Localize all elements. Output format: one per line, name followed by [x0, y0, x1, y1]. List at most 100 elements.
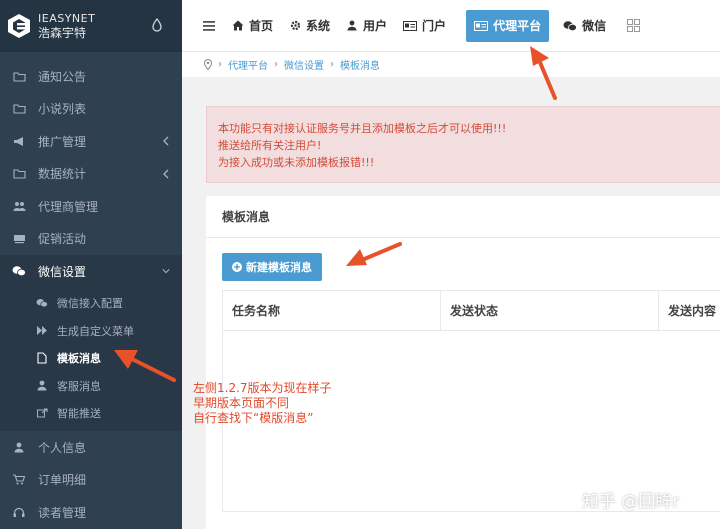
alert-line: 为接入成功或未添加模板报错!!! [218, 156, 375, 169]
share-icon [36, 407, 48, 419]
file-icon [36, 352, 48, 364]
sidebar-item-label: 个人信息 [38, 440, 87, 455]
forward-icon [36, 325, 48, 337]
tab-portal[interactable]: 门户 [395, 10, 454, 42]
home-icon [232, 20, 244, 32]
new-template-label: 新建模板消息 [246, 262, 312, 274]
tab-label: 首页 [249, 19, 274, 33]
location-pin-icon [204, 59, 212, 70]
user-icon [346, 20, 358, 32]
menu-toggle-icon[interactable] [194, 0, 224, 52]
tab-wechat[interactable]: 微信 [555, 10, 614, 42]
tab-system[interactable]: 系统 [281, 10, 338, 42]
gear-icon [289, 20, 301, 32]
sidebar-item-agents[interactable]: 代理商管理 [0, 190, 182, 223]
tab-label: 代理平台 [493, 19, 542, 33]
sidebar-item-label: 代理商管理 [38, 199, 99, 214]
sidebar-subitem-smart-push[interactable]: 智能推送 [0, 400, 182, 428]
alert-line: 推送给所有关注用户! [218, 139, 322, 152]
sidebar: IEASYNET 浩森宇特 通知公告 小说列表 推广管理 数据统计 代理商管理 [0, 0, 182, 529]
sidebar-item-novels[interactable]: 小说列表 [0, 93, 182, 126]
column-header[interactable]: 发送状态 [441, 291, 659, 330]
alert-line: 本功能只有对接认证服务号并且添加模板之后才可以使用!!! [218, 122, 507, 135]
sidebar-subitem-wechat-config[interactable]: 微信接入配置 [0, 290, 182, 318]
sidebar-item-label: 微信设置 [38, 264, 87, 279]
sidebar-menu-bottom: 个人信息 订单明细 读者管理 [0, 431, 182, 529]
breadcrumb: › 代理平台 › 微信设置 › 模板消息 [182, 52, 720, 78]
brand-name: IEASYNET [38, 12, 96, 25]
sidebar-subitem-template-message[interactable]: 模板消息 [0, 345, 182, 373]
breadcrumb-separator: › [274, 59, 278, 70]
brand[interactable]: IEASYNET 浩森宇特 [0, 0, 182, 52]
drop-icon [152, 18, 162, 32]
sidebar-subitem-label: 微信接入配置 [57, 297, 123, 311]
id-card-icon [474, 20, 489, 32]
chevron-left-icon [163, 169, 169, 178]
panel-title: 模板消息 [206, 196, 720, 238]
tab-label: 系统 [306, 19, 331, 33]
tab-home[interactable]: 首页 [224, 10, 281, 42]
annotation-line: 早期版本页面不同 [193, 396, 290, 410]
wechat-icon [12, 264, 26, 278]
sidebar-subitem-label: 客服消息 [57, 379, 101, 393]
folder-icon [12, 167, 26, 181]
breadcrumb-separator: › [330, 59, 334, 70]
user-icon [12, 440, 26, 454]
sidebar-item-readers[interactable]: 读者管理 [0, 496, 182, 529]
template-message-panel: 模板消息 新建模板消息 任务名称 发送状态 发送内容 [206, 196, 720, 529]
sidebar-item-sales[interactable]: 促销活动 [0, 223, 182, 256]
breadcrumb-item[interactable]: 代理平台 [228, 57, 268, 72]
annotation-note: 左侧1.2.7版本为现在样子 早期版本页面不同 自行查找下“模版消息” [193, 381, 332, 426]
logo-icon [8, 14, 30, 38]
sidebar-item-label: 通知公告 [38, 69, 87, 84]
tab-users[interactable]: 用户 [338, 10, 395, 42]
tab-label: 用户 [363, 19, 388, 33]
table-header: 任务名称 发送状态 发送内容 [223, 291, 720, 331]
sidebar-subitem-label: 智能推送 [57, 407, 101, 421]
user-icon [36, 380, 48, 392]
column-header[interactable]: 任务名称 [223, 291, 441, 330]
sidebar-subitem-label: 生成自定义菜单 [57, 324, 134, 338]
tab-agent-platform[interactable]: 代理平台 [466, 9, 550, 42]
sidebar-item-promotion[interactable]: 推广管理 [0, 125, 182, 158]
warning-alert: 本功能只有对接认证服务号并且添加模板之后才可以使用!!! 推送给所有关注用户! … [206, 106, 720, 183]
sidebar-item-profile[interactable]: 个人信息 [0, 431, 182, 464]
brand-name-cn: 浩森宇特 [38, 26, 87, 40]
sidebar-item-label: 小说列表 [38, 102, 87, 117]
annotation-line: 自行查找下“模版消息” [193, 411, 314, 425]
chevron-down-icon [162, 269, 170, 274]
breadcrumb-item[interactable]: 微信设置 [284, 57, 324, 72]
sidebar-item-label: 订单明细 [38, 473, 87, 488]
cart-icon [12, 473, 26, 487]
sidebar-item-statistics[interactable]: 数据统计 [0, 158, 182, 191]
sidebar-subitem-customer-service[interactable]: 客服消息 [0, 372, 182, 400]
sidebar-item-label: 推广管理 [38, 134, 87, 149]
tab-label: 微信 [582, 19, 607, 33]
ticket-icon [12, 232, 26, 246]
wechat-submenu: 微信接入配置 生成自定义菜单 模板消息 客服消息 智能推送 [0, 287, 182, 431]
grid-icon[interactable] [618, 10, 648, 42]
folder-icon [12, 102, 26, 116]
sidebar-item-label: 数据统计 [38, 167, 87, 182]
wechat-icon [36, 297, 48, 309]
column-header[interactable]: 发送内容 [659, 291, 720, 330]
chevron-left-icon [163, 136, 169, 146]
sidebar-item-orders[interactable]: 订单明细 [0, 464, 182, 497]
sidebar-menu: 通知公告 小说列表 推广管理 数据统计 代理商管理 促销活动 微信设置 [0, 52, 182, 288]
top-navbar: 首页 系统 用户 门户 代理平台 微信 [182, 0, 720, 52]
sidebar-subitem-label: 模板消息 [57, 352, 101, 366]
breadcrumb-separator: › [218, 59, 222, 70]
new-template-button[interactable]: 新建模板消息 [222, 253, 322, 281]
id-card-icon [403, 20, 418, 32]
breadcrumb-item[interactable]: 模板消息 [340, 57, 380, 72]
sidebar-item-wechat-settings[interactable]: 微信设置 [0, 255, 182, 288]
tab-label: 门户 [422, 19, 447, 33]
watermark: 知乎 @回眸r [582, 492, 680, 512]
wechat-icon [563, 20, 577, 32]
sidebar-subitem-custom-menu[interactable]: 生成自定义菜单 [0, 317, 182, 345]
sidebar-item-label: 促销活动 [38, 232, 87, 247]
headset-icon [12, 505, 26, 519]
plus-circle-icon [232, 262, 242, 272]
bullhorn-icon [12, 134, 26, 148]
sidebar-item-notice[interactable]: 通知公告 [0, 60, 182, 93]
